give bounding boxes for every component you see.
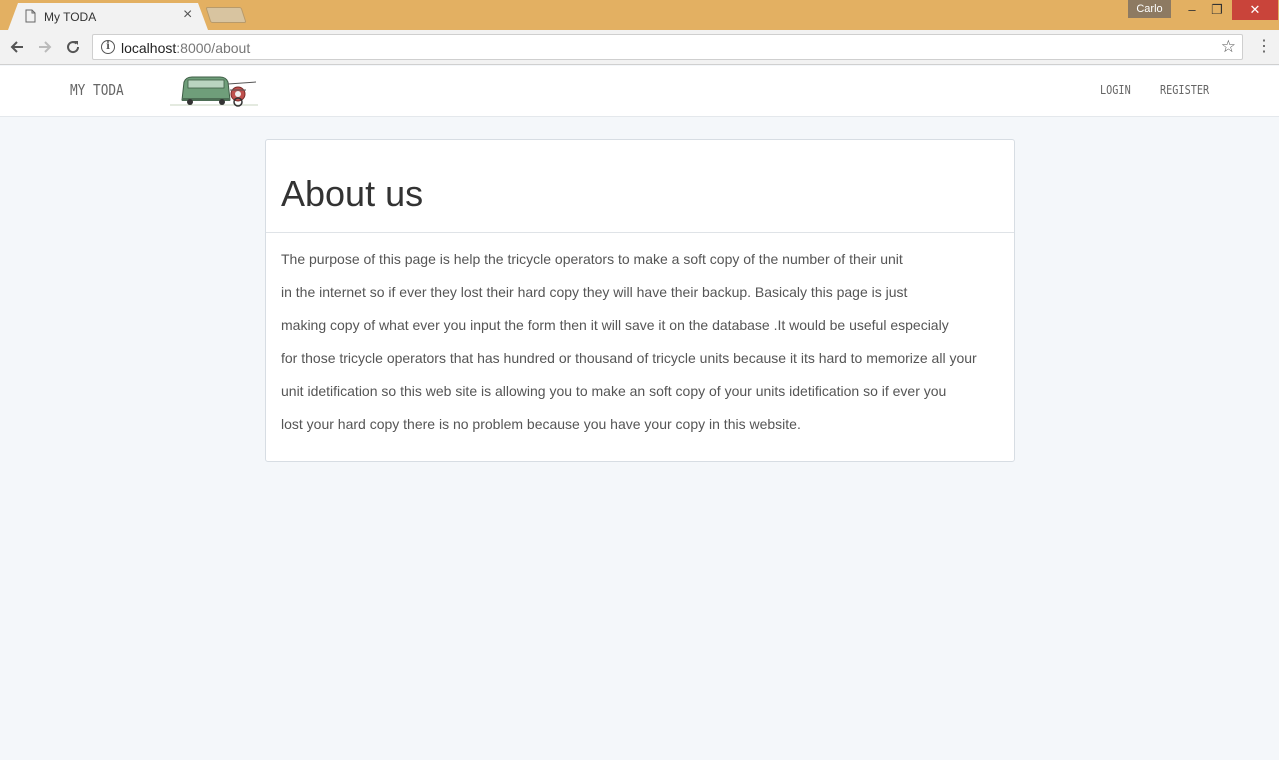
about-text-line: for those tricycle operators that has hu… [281,350,977,366]
address-bar[interactable]: i localhost:8000/about ☆ [92,34,1243,60]
login-link[interactable]: LOGIN [1100,83,1131,97]
about-text-line: making copy of what ever you input the f… [281,317,949,333]
about-text-line: lost your hard copy there is no problem … [281,416,801,432]
forward-arrow-icon[interactable] [34,36,56,58]
about-text-line: in the internet so if ever they lost the… [281,284,908,300]
star-icon[interactable]: ☆ [1221,37,1236,57]
browser-titlebar: My TODA × Carlo – ❐ ✕ [0,0,1279,30]
card-body: The purpose of this page is help the tri… [281,248,1001,446]
card-header: About us [266,140,1014,233]
minimize-button[interactable]: – [1180,0,1204,20]
site-navbar: MY TODA LOGIN REGISTER [0,66,1279,117]
url-host: localhost [121,40,177,56]
tricycle-logo [170,76,258,107]
url-path: :8000/about [176,40,251,56]
close-window-button[interactable]: ✕ [1232,0,1278,20]
browser-tab[interactable]: My TODA × [8,3,208,30]
document-icon [25,9,36,23]
page-title: About us [281,173,424,214]
about-text-line: unit idetification so this web site is a… [281,383,947,399]
reload-icon[interactable] [62,36,84,58]
about-card: About us The purpose of this page is hel… [265,139,1015,462]
back-arrow-icon[interactable] [6,36,28,58]
maximize-button[interactable]: ❐ [1205,0,1229,20]
register-link[interactable]: REGISTER [1160,83,1209,97]
profile-badge[interactable]: Carlo [1128,0,1171,18]
info-icon[interactable]: i [101,40,115,54]
menu-icon[interactable]: ⋮ [1256,36,1272,58]
new-tab-button[interactable] [205,7,247,23]
browser-toolbar: i localhost:8000/about ☆ ⋮ [0,30,1279,65]
about-text-line: The purpose of this page is help the tri… [281,251,903,267]
url-text[interactable]: localhost:8000/about [121,40,250,56]
site-brand[interactable]: MY TODA [70,81,124,99]
tab-title: My TODA [44,10,97,24]
close-tab-icon[interactable]: × [183,6,192,24]
